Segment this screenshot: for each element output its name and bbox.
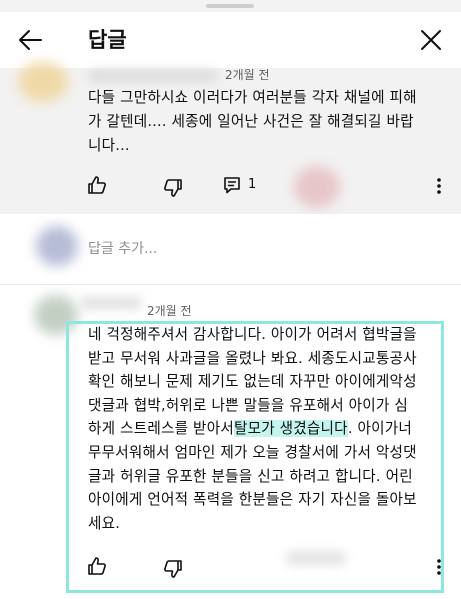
- reply-comment: 2개월 전 네 걱정해주셔서 감사합니다. 아이가 어려서 협박글을 받고 무서…: [0, 285, 461, 599]
- more-icon: [437, 559, 441, 575]
- highlighted-text: 탈모가 생겼습니다: [233, 420, 348, 438]
- author-name[interactable]: [80, 297, 142, 309]
- close-icon: [421, 30, 441, 50]
- drag-handle[interactable]: [206, 4, 254, 8]
- like-button[interactable]: [84, 172, 110, 198]
- comment-line: 다들 그만하시쇼 이러다가 여러분들 각자 채널에 피해: [88, 89, 417, 106]
- more-button[interactable]: [428, 554, 450, 580]
- parent-comment: 2개월 전 다들 그만하시쇼 이러다가 여러분들 각자 채널에 피해 가 갈텐데…: [0, 62, 461, 214]
- comment-line: 가 갈텐데.... 세종에 일어난 사건은 잘 해결되길 바랍: [88, 113, 414, 130]
- comment-text: 네 걱정해주셔서 감사합니다. 아이가 어려서 협박글을 받고 무서워 사과글을…: [88, 323, 458, 535]
- comment-line: 무무서워해서 엄마인 제가 오늘 경찰서에 가서 악성댓: [88, 443, 417, 461]
- creator-avatar: [294, 166, 340, 208]
- comment-line: 받고 무서워 사과글을 올렸나 봐요. 세종도시교통공사: [88, 349, 417, 367]
- reply-button[interactable]: [219, 172, 245, 198]
- more-icon: [437, 178, 441, 194]
- comment-line: 네 걱정해주셔서 감사합니다. 아이가 어려서 협박글을: [88, 326, 417, 343]
- comment-fragment: 하게 스트레스를 받아서: [88, 420, 234, 438]
- back-arrow-icon: [19, 30, 42, 50]
- like-icon: [88, 557, 106, 575]
- close-button[interactable]: [413, 24, 449, 56]
- add-reply-row: 답글 추가...: [0, 214, 461, 284]
- page-title: 답글: [88, 28, 127, 52]
- comment-timestamp: 2개월 전: [225, 68, 270, 82]
- reply-count[interactable]: 1: [248, 176, 256, 194]
- comment-line: 글과 허위글 유포한 분들을 신고 하려고 합니다. 어린: [88, 467, 413, 485]
- comment-text: 다들 그만하시쇼 이러다가 여러분들 각자 채널에 피해 가 갈텐데.... 세…: [88, 86, 460, 158]
- comment-line: 댓글과 협박,허위로 나쁜 말들을 유포해서 아이가 심: [88, 396, 409, 414]
- dislike-icon: [164, 179, 182, 197]
- header: 답글: [0, 12, 461, 68]
- like-button[interactable]: [84, 553, 110, 579]
- my-avatar: [36, 226, 78, 266]
- dislike-button[interactable]: [160, 556, 186, 582]
- comment-line: 아이에게 언어적 폭력을 한분들은 자기 자신을 돌아보: [88, 491, 417, 509]
- reply-input[interactable]: 답글 추가...: [88, 239, 157, 259]
- comment-line: 하게 스트레스를 받아서탈모가 생겼습니다. 아이가너: [88, 417, 458, 441]
- back-button[interactable]: [12, 24, 48, 56]
- comment-line: 세요.: [88, 514, 121, 532]
- avatar[interactable]: [18, 62, 68, 102]
- reply-icon: [224, 177, 240, 194]
- like-icon: [88, 176, 106, 194]
- comment-timestamp: 2개월 전: [147, 304, 192, 318]
- dislike-icon: [164, 560, 182, 578]
- comment-line: 니다...: [88, 137, 130, 154]
- dislike-button[interactable]: [160, 175, 186, 201]
- comment-line: 확인 해보니 문제 제기도 없는데 자꾸만 아이에게악성: [88, 373, 417, 391]
- comment-fragment: . 아이가너: [347, 420, 412, 438]
- blurred-element: [286, 551, 346, 565]
- sheet-top-bar: [0, 0, 461, 12]
- more-button[interactable]: [428, 173, 450, 199]
- author-name[interactable]: [88, 70, 218, 82]
